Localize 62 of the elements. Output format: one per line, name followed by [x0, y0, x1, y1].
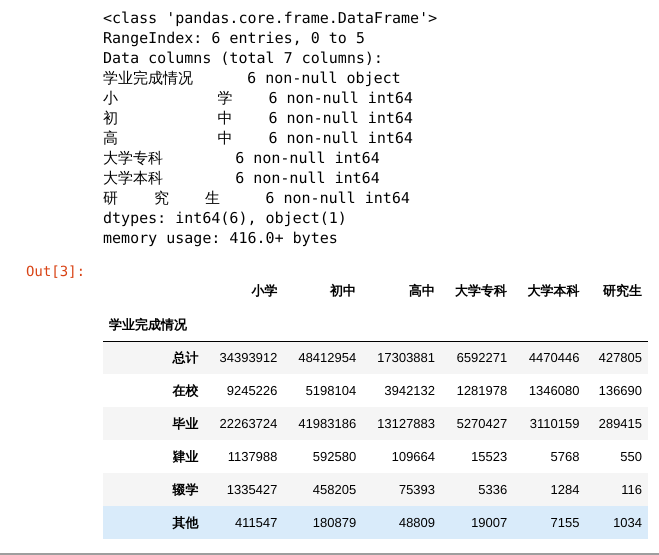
table-cell: 1034: [585, 506, 648, 539]
table-cell: 458205: [283, 473, 362, 506]
table-cell: 6592271: [441, 341, 514, 374]
output-line: memory usage: 416.0+ bytes: [103, 228, 338, 248]
row-label: 在校: [103, 374, 205, 407]
index-name: 学业完成情况: [103, 308, 205, 341]
output-line: 学业完成情况 6 non-null object: [103, 68, 401, 88]
table-cell: 411547: [204, 506, 284, 539]
table-cell: 17303881: [362, 341, 441, 374]
table-cell: 550: [585, 440, 648, 473]
column-header: 大学专科: [454, 282, 508, 300]
column-header: 研究生: [602, 282, 643, 300]
row-label: 肄业: [103, 440, 205, 473]
output-line: 小 学 6 non-null int64: [103, 88, 413, 108]
column-header: 初中: [328, 282, 358, 300]
output-line: 大学本科 6 non-null int64: [103, 168, 380, 188]
table-cell: 109664: [362, 440, 441, 473]
table-cell: 19007: [441, 506, 514, 539]
table-cell: 4470446: [513, 341, 586, 374]
row-label: 毕业: [103, 407, 205, 440]
table-cell: 289415: [585, 407, 648, 440]
column-header: 大学本科: [526, 282, 580, 300]
table-cell: 48412954: [283, 341, 362, 374]
table-cell: 1281978: [441, 374, 514, 407]
table-cell: 22263724: [204, 407, 284, 440]
table-cell: 592580: [283, 440, 362, 473]
row-label: 辍学: [103, 473, 205, 506]
column-header: 高中: [408, 282, 436, 300]
table-cell: 7155: [513, 506, 586, 539]
table-cell: 3942132: [362, 374, 441, 407]
table-cell: 41983186: [283, 407, 362, 440]
table-cell: 1346080: [513, 374, 586, 407]
output-line: RangeIndex: 6 entries, 0 to 5: [103, 28, 365, 48]
table-cell: 5336: [441, 473, 514, 506]
table-cell: 180879: [283, 506, 362, 539]
row-label: 总计: [103, 341, 205, 374]
table-cell: 15523: [441, 440, 514, 473]
output-line: 研 究 生 6 non-null int64: [103, 188, 410, 208]
row-label: 其他: [103, 506, 205, 539]
table-cell: 48809: [362, 506, 441, 539]
table-cell: 116: [585, 473, 648, 506]
table-cell: 9245226: [204, 374, 284, 407]
table-cell: 1335427: [204, 473, 284, 506]
table-cell: 1284: [513, 473, 586, 506]
table-cell: 5198104: [283, 374, 362, 407]
table-cell: 136690: [585, 374, 648, 407]
output-line: 大学专科 6 non-null int64: [103, 148, 380, 168]
table-cell: 3110159: [513, 407, 586, 440]
output-prompt: Out[3]:: [26, 264, 86, 280]
output-line: dtypes: int64(6), object(1): [103, 208, 347, 228]
table-cell: 13127883: [362, 407, 441, 440]
output-line: <class 'pandas.core.frame.DataFrame'>: [103, 8, 438, 28]
table-cell: 5270427: [441, 407, 514, 440]
table-cell: 5768: [513, 440, 586, 473]
output-line: Data columns (total 7 columns):: [103, 48, 383, 68]
table-cell: 427805: [585, 341, 648, 374]
column-header: 小学: [250, 282, 278, 300]
table-cell: 34393912: [204, 341, 284, 374]
output-line: 高 中 6 non-null int64: [103, 128, 413, 148]
table-cell: 1137988: [204, 440, 284, 473]
output-line: 初 中 6 non-null int64: [103, 108, 413, 128]
table-cell: 75393: [362, 473, 441, 506]
